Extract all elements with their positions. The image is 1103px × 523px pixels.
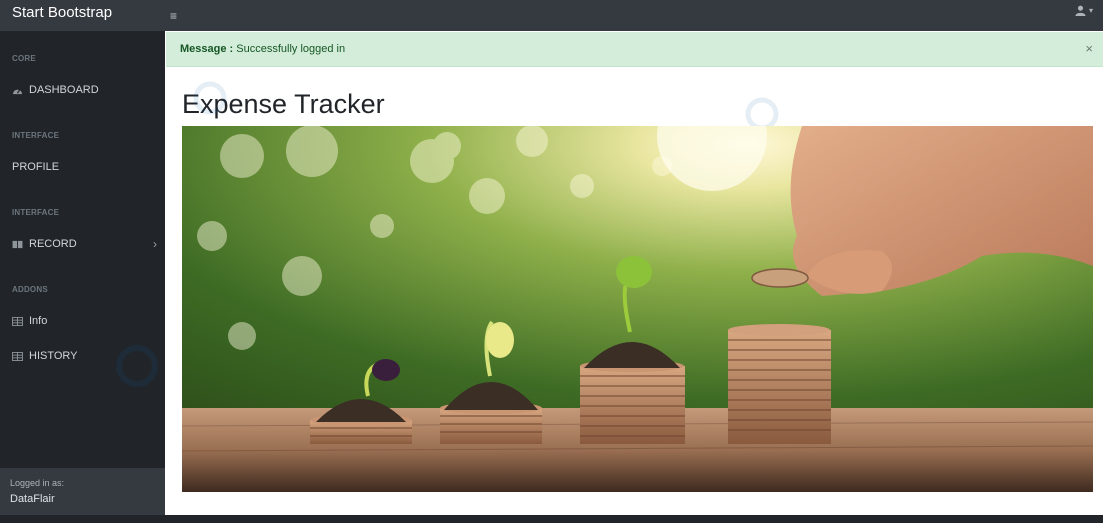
user-menu-button[interactable]: ▾ xyxy=(1075,5,1093,16)
close-icon[interactable]: × xyxy=(1085,41,1093,56)
book-icon xyxy=(12,240,23,249)
top-navbar: Start Bootstrap ≡ ▾ xyxy=(0,0,1103,31)
table-icon xyxy=(12,351,23,361)
sidebar-footer: Logged in as: DataFlair xyxy=(0,468,165,515)
sidebar-heading-core: CORE xyxy=(12,54,36,63)
sidebar-toggle-button[interactable]: ≡ xyxy=(170,9,177,23)
watermark-logo xyxy=(193,81,227,115)
logged-in-label: Logged in as: xyxy=(10,478,65,488)
alert-label: Message : xyxy=(180,43,234,55)
chevron-right-icon: › xyxy=(153,237,157,251)
sidebar-item-info[interactable]: Info xyxy=(12,315,157,327)
coin-stack-4 xyxy=(728,324,831,444)
success-alert: Message : Successfully logged in × xyxy=(166,32,1103,67)
watermark-logo xyxy=(116,345,158,387)
dashboard-icon xyxy=(12,86,23,95)
brand-link[interactable]: Start Bootstrap xyxy=(12,3,112,23)
hamburger-icon: ≡ xyxy=(170,9,178,23)
logged-in-user: DataFlair xyxy=(10,493,55,505)
chevron-down-icon: ▾ xyxy=(1088,6,1093,15)
sidebar-heading-interface-2: INTERFACE xyxy=(12,208,60,217)
sidebar: CORE DASHBOARD INTERFACE PROFILE INTERFA… xyxy=(0,31,165,515)
sidebar-item-label: HISTORY xyxy=(29,350,78,362)
bottom-bar xyxy=(0,515,1103,523)
table-icon xyxy=(12,316,23,326)
coins-growth-illustration xyxy=(182,126,1093,492)
user-icon xyxy=(1075,5,1086,16)
sidebar-heading-addons: ADDONS xyxy=(12,285,48,294)
hero-image xyxy=(182,126,1093,492)
sidebar-heading-interface: INTERFACE xyxy=(12,131,60,140)
sidebar-item-label: DASHBOARD xyxy=(29,84,99,96)
sidebar-item-record[interactable]: RECORD › xyxy=(12,237,157,251)
alert-message: Message : Successfully logged in xyxy=(180,43,345,55)
alert-text: Successfully logged in xyxy=(236,43,346,55)
sidebar-item-label: PROFILE xyxy=(12,161,60,173)
sidebar-item-dashboard[interactable]: DASHBOARD xyxy=(12,84,157,96)
sidebar-item-label: Info xyxy=(29,315,48,327)
sidebar-item-profile[interactable]: PROFILE xyxy=(12,161,157,173)
sidebar-item-label: RECORD xyxy=(29,238,77,250)
